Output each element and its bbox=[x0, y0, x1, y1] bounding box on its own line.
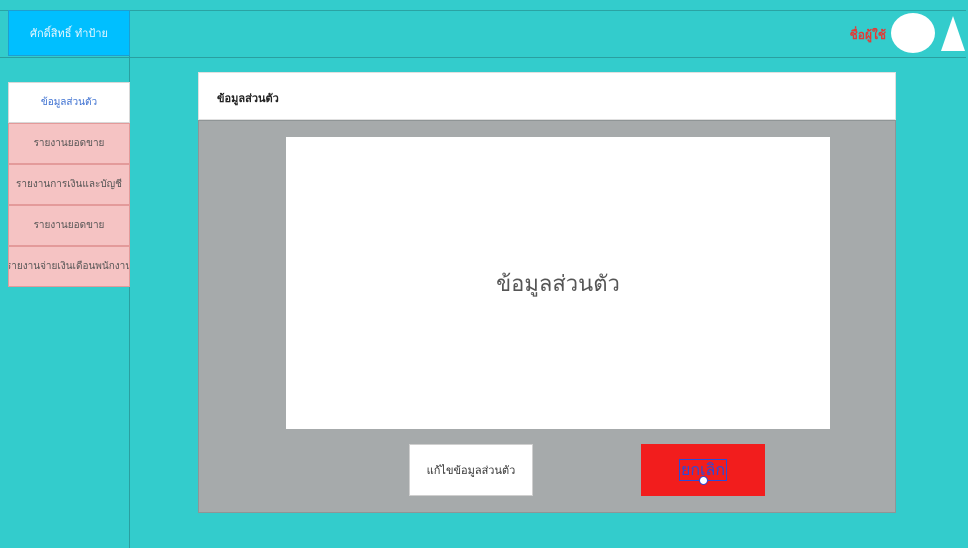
cancel-button-label: ยกเลิก bbox=[678, 459, 728, 485]
edit-profile-button[interactable]: แก้ไขข้อมูลส่วนตัว bbox=[409, 444, 533, 496]
sidebar-item-sales-report-2[interactable]: รายงานยอดขาย bbox=[8, 205, 130, 246]
panel-header: ข้อมูลส่วนตัว bbox=[198, 72, 896, 120]
triangle-up-icon[interactable] bbox=[941, 16, 965, 51]
sidebar-item-profile[interactable]: ข้อมูลส่วนตัว bbox=[8, 82, 130, 123]
brand-logo[interactable]: ศักดิ์สิทธิ์ ทำป้าย bbox=[8, 10, 130, 56]
panel-title: ข้อมูลส่วนตัว bbox=[217, 92, 279, 105]
top-bar bbox=[0, 10, 966, 58]
sidebar-item-finance-report[interactable]: รายงานการเงินและบัญชี bbox=[8, 164, 130, 205]
sidebar-item-sales-report[interactable]: รายงานยอดขาย bbox=[8, 123, 130, 164]
sidebar: ข้อมูลส่วนตัว รายงานยอดขาย รายงานการเงิน… bbox=[8, 56, 130, 548]
cancel-button[interactable]: ยกเลิก bbox=[641, 444, 765, 496]
selection-handle bbox=[699, 476, 708, 485]
username-label: ชื่อผู้ใช้ bbox=[849, 28, 886, 42]
avatar-icon[interactable] bbox=[891, 13, 935, 53]
sidebar-item-payroll-report[interactable]: รายงานจ่ายเงินเดือนพนักงาน bbox=[8, 246, 130, 287]
profile-content-box: ข้อมูลส่วนตัว bbox=[286, 137, 830, 429]
